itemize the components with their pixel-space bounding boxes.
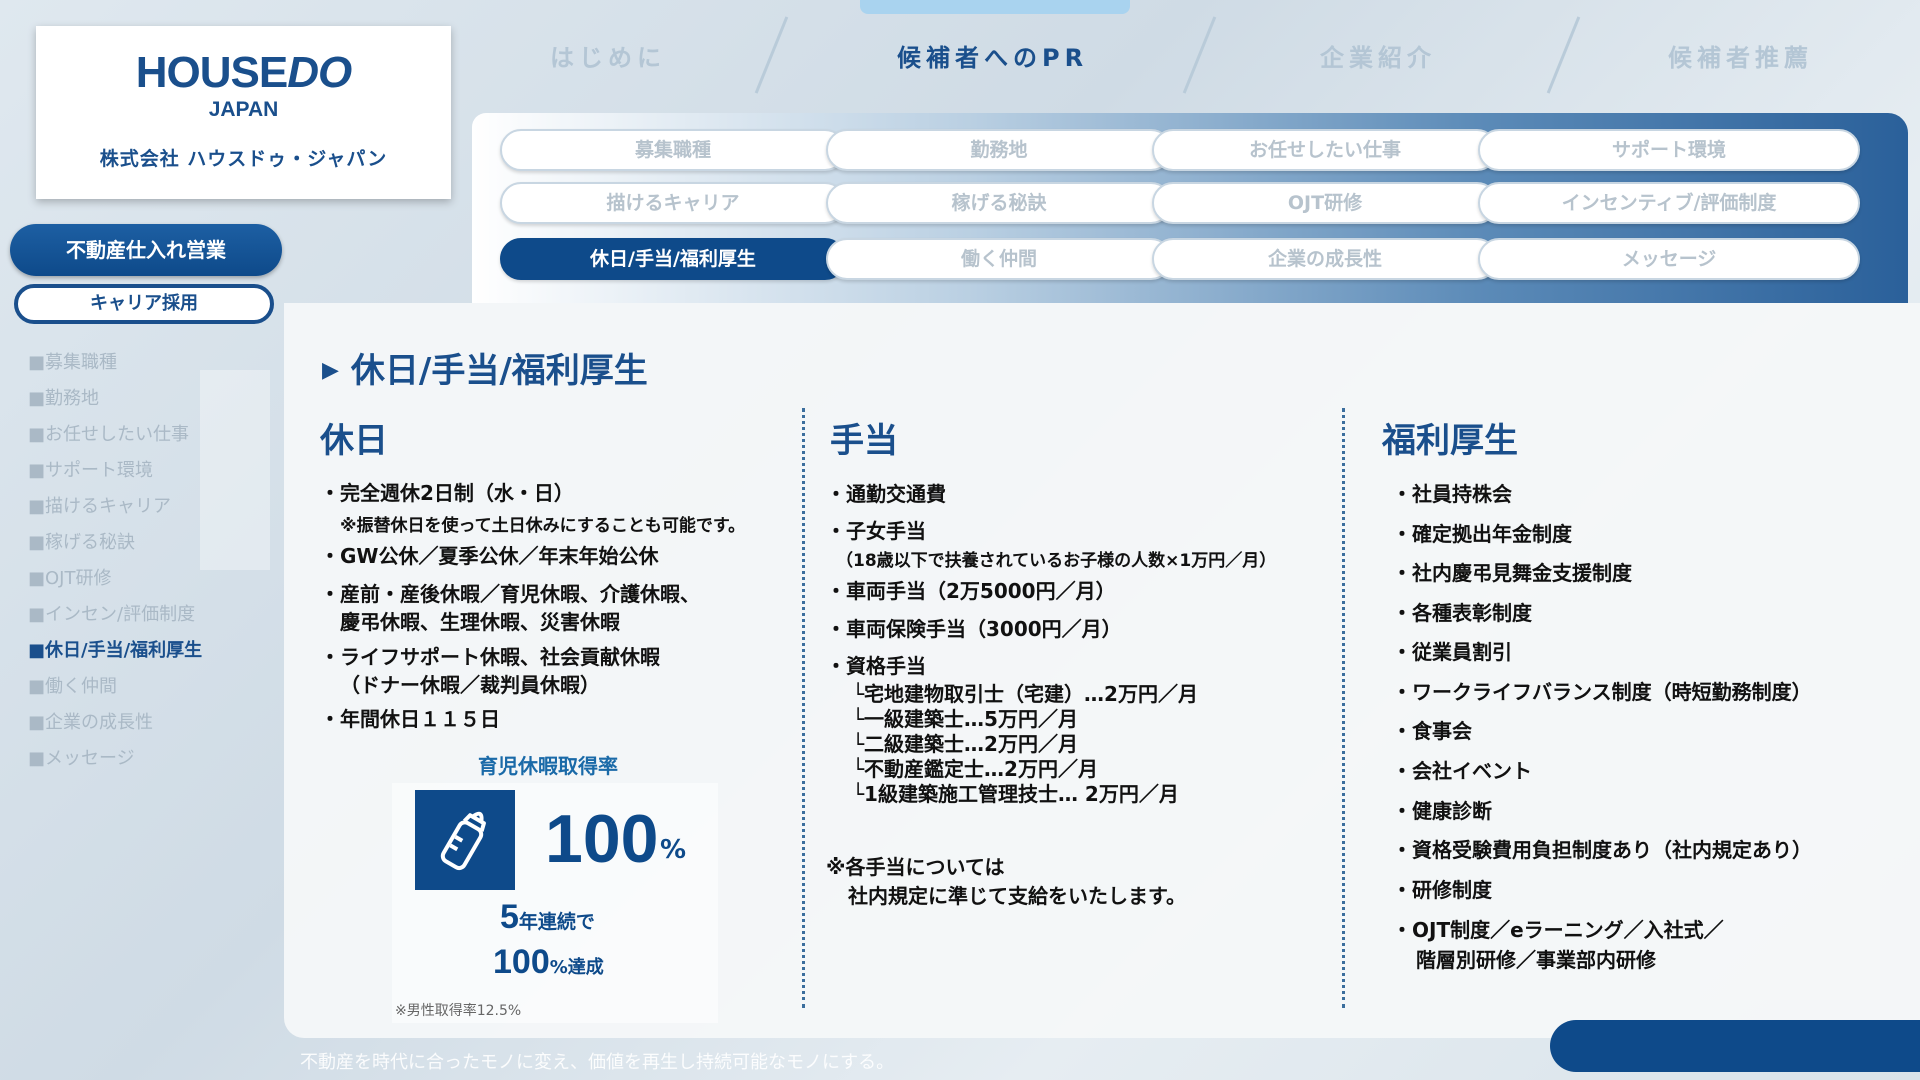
top-tab-pr[interactable]: 候補者へのPR xyxy=(897,38,1088,73)
page-title: ▶ 休日/手当/福利厚生 xyxy=(322,351,648,391)
subnav-support[interactable]: サポート環境 xyxy=(1478,129,1860,171)
welfare-item: ・ワークライフバランス制度（時短勤務制度） xyxy=(1392,680,1812,704)
top-tab-intro[interactable]: はじめに xyxy=(550,38,666,73)
welfare-item: ・従業員割引 xyxy=(1392,640,1512,664)
holiday-item-cont: （ドナー休暇／裁判員休暇） xyxy=(340,673,600,697)
allowance-item: ・車両保険手当（3000円／月） xyxy=(826,617,1122,641)
allowance-item: ・通勤交通費 xyxy=(826,482,946,506)
subnav-benefits[interactable]: 休日/手当/福利厚生 xyxy=(500,238,846,280)
sidebar-item-ojt[interactable]: ■OJT研修 xyxy=(28,566,202,602)
top-nav-separator xyxy=(754,16,789,94)
welfare-item: ・資格受験費用負担制度あり（社内規定あり） xyxy=(1392,838,1812,862)
company-name: 株式会社 ハウスドゥ・ジャパン xyxy=(99,148,388,170)
welfare-item: ・食事会 xyxy=(1392,719,1472,743)
sidebar-item-benefits[interactable]: ■休日/手当/福利厚生 xyxy=(28,638,202,674)
allowance-footnote: ※各手当については xyxy=(826,855,1005,879)
subnav-growth[interactable]: 企業の成長性 xyxy=(1152,238,1498,280)
sidebar-item-tasks[interactable]: ■お任せしたい仕事 xyxy=(28,422,202,458)
logo-card[interactable]: HOUSEDO JAPAN 株式会社 ハウスドゥ・ジャパン xyxy=(36,26,451,199)
column-divider xyxy=(802,408,805,1008)
baby-bottle-icon xyxy=(415,790,515,890)
allowances-heading: 手当 xyxy=(830,421,898,461)
top-nav: はじめに 候補者へのPR 企業紹介 候補者推薦 xyxy=(470,0,1920,110)
top-nav-separator xyxy=(1546,16,1581,94)
subnav-message[interactable]: メッセージ xyxy=(1478,238,1860,280)
childcare-rate-unit: % xyxy=(660,835,687,865)
footer-button[interactable] xyxy=(1550,1020,1920,1072)
welfare-item: ・健康診断 xyxy=(1392,799,1492,823)
subnav-tasks[interactable]: お任せしたい仕事 xyxy=(1152,129,1498,171)
sidebar-menu: ■募集職種 ■勤務地 ■お任せしたい仕事 ■サポート環境 ■描けるキャリア ■稼… xyxy=(28,350,202,782)
logo-subtitle: JAPAN xyxy=(208,98,279,121)
welfare-item: ・社員持株会 xyxy=(1392,482,1512,506)
subnav-incentive[interactable]: インセンティブ/評価制度 xyxy=(1478,182,1860,224)
welfare-heading: 福利厚生 xyxy=(1382,421,1518,461)
holiday-note: ※振替休日を使って土日休みにすることも可能です。 xyxy=(340,516,746,536)
holiday-item-cont: 慶弔休暇、生理休暇、災害休暇 xyxy=(340,610,620,634)
triangle-icon: ▶ xyxy=(322,358,339,383)
holiday-item: ・GW公休／夏季公休／年末年始公休 xyxy=(320,544,659,568)
qualification-item: └不動産鑑定士…2万円／月 xyxy=(852,757,1098,781)
holiday-item: ・ライフサポート休暇、社会貢献休暇 xyxy=(320,645,660,669)
subnav-location[interactable]: 勤務地 xyxy=(826,129,1172,171)
allowance-item: ・子女手当 xyxy=(826,519,926,543)
qualification-item: └1級建築施工管理技士… 2万円／月 xyxy=(852,782,1179,806)
holiday-item: ・完全週休2日制（水・日） xyxy=(320,481,574,505)
qualification-item: └宅地建物取引士（宅建）…2万円／月 xyxy=(852,682,1198,706)
footer-tagline: 不動産を時代に合ったモノに変え、価値を再生し持続可能なモノにする。 xyxy=(300,1052,895,1073)
childcare-rate-value: 100 xyxy=(545,801,659,877)
subnav-earning[interactable]: 稼げる秘訣 xyxy=(826,182,1172,224)
sidebar-item-location[interactable]: ■勤務地 xyxy=(28,386,202,422)
sidebar-item-message[interactable]: ■メッセージ xyxy=(28,746,202,782)
sub-nav-panel: 募集職種 勤務地 お任せしたい仕事 サポート環境 描けるキャリア 稼げる秘訣 O… xyxy=(472,113,1908,303)
achievement-rate: 100%達成 xyxy=(493,943,604,981)
allowance-footnote: 社内規定に準じて支給をいたします。 xyxy=(848,884,1186,908)
subnav-recruit[interactable]: 募集職種 xyxy=(500,129,846,171)
top-tab-company[interactable]: 企業紹介 xyxy=(1320,38,1436,73)
welfare-item: ・研修制度 xyxy=(1392,878,1492,902)
allowance-item: ・資格手当 xyxy=(826,654,926,678)
allowance-item: ・車両手当（2万5000円／月） xyxy=(826,579,1116,603)
welfare-item: ・社内慶弔見舞金支援制度 xyxy=(1392,561,1632,585)
subnav-ojt[interactable]: OJT研修 xyxy=(1152,182,1498,224)
holiday-item: ・産前・産後休暇／育児休暇、介護休暇、 xyxy=(320,582,700,606)
male-rate-note: ※男性取得率12.5% xyxy=(395,1003,522,1019)
subnav-colleagues[interactable]: 働く仲間 xyxy=(826,238,1172,280)
holidays-heading: 休日 xyxy=(320,421,388,461)
sidebar-item-support[interactable]: ■サポート環境 xyxy=(28,458,202,494)
welfare-item: ・OJT制度／eラーニング／入社式／ xyxy=(1392,918,1724,942)
top-tab-recommend[interactable]: 候補者推薦 xyxy=(1668,38,1813,73)
sidebar-item-recruit[interactable]: ■募集職種 xyxy=(28,350,202,386)
job-category-button[interactable]: 不動産仕入れ営業 xyxy=(10,224,282,276)
sidebar-item-colleagues[interactable]: ■働く仲間 xyxy=(28,674,202,710)
welfare-item: ・各種表彰制度 xyxy=(1392,601,1532,625)
childcare-leave-label: 育児休暇取得率 xyxy=(478,754,618,778)
welfare-item: ・確定拠出年金制度 xyxy=(1392,522,1572,546)
background-building xyxy=(200,370,270,570)
sidebar-item-growth[interactable]: ■企業の成長性 xyxy=(28,710,202,746)
column-divider xyxy=(1342,408,1345,1008)
sidebar-item-career[interactable]: ■描けるキャリア xyxy=(28,494,202,530)
allowance-note: （18歳以下で扶養されているお子様の人数×1万円／月） xyxy=(836,551,1277,571)
qualification-item: └二級建築士…2万円／月 xyxy=(852,732,1078,756)
sidebar-item-earning[interactable]: ■稼げる秘訣 xyxy=(28,530,202,566)
subnav-career[interactable]: 描けるキャリア xyxy=(500,182,846,224)
top-nav-separator xyxy=(1182,16,1217,94)
sidebar-item-incentive[interactable]: ■インセン/評価制度 xyxy=(28,602,202,638)
qualification-item: └一級建築士…5万円／月 xyxy=(852,707,1078,731)
consecutive-years: 5年連続で xyxy=(500,898,595,936)
housedo-logo: HOUSEDO xyxy=(135,48,352,97)
holiday-item: ・年間休日１１５日 xyxy=(320,707,500,731)
career-hiring-button[interactable]: キャリア採用 xyxy=(14,284,274,324)
welfare-item: ・会社イベント xyxy=(1392,759,1532,783)
welfare-item-cont: 階層別研修／事業部内研修 xyxy=(1416,948,1656,972)
